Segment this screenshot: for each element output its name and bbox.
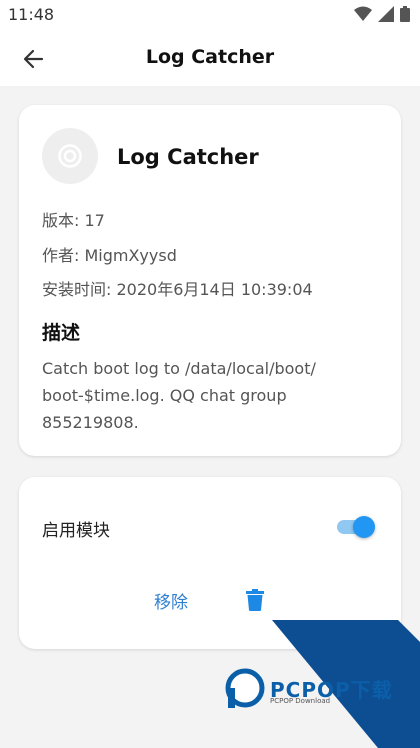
watermark-sub: PCPOP Download	[270, 697, 331, 705]
module-install-time: 安装时间: 2020年6月14日 10:39:04	[42, 280, 313, 299]
module-description: Catch boot log to /data/local/boot/ boot…	[42, 359, 316, 432]
remove-label: 移除	[154, 592, 188, 613]
switch-thumb	[353, 516, 375, 538]
module-name: Log Catcher	[117, 145, 259, 169]
enable-module-label: 启用模块	[42, 521, 110, 541]
module-info-card: Log Catcher 版本: 17 作者: MigmXyysd 安装时间: 2…	[19, 105, 401, 456]
module-controls-card: 启用模块 移除	[19, 477, 401, 649]
module-version: 版本: 17	[42, 211, 105, 230]
watermark-brand: PCPOP下载	[270, 678, 393, 702]
remove-button[interactable]: 移除	[139, 585, 279, 615]
module-icon	[42, 128, 98, 184]
enable-module-switch[interactable]	[337, 516, 375, 538]
status-bar: 11:48	[0, 0, 420, 30]
status-icons	[354, 6, 410, 26]
status-time: 11:48	[8, 5, 55, 24]
description-heading: 描述	[42, 322, 81, 344]
page-title: Log Catcher	[145, 46, 275, 68]
signal-icon	[378, 6, 394, 26]
app-bar: Log Catcher	[0, 30, 420, 86]
trash-icon	[246, 589, 264, 611]
wifi-icon	[354, 6, 372, 26]
target-icon	[58, 144, 82, 168]
battery-icon	[400, 6, 410, 26]
module-author: 作者: MigmXyysd	[42, 246, 177, 265]
